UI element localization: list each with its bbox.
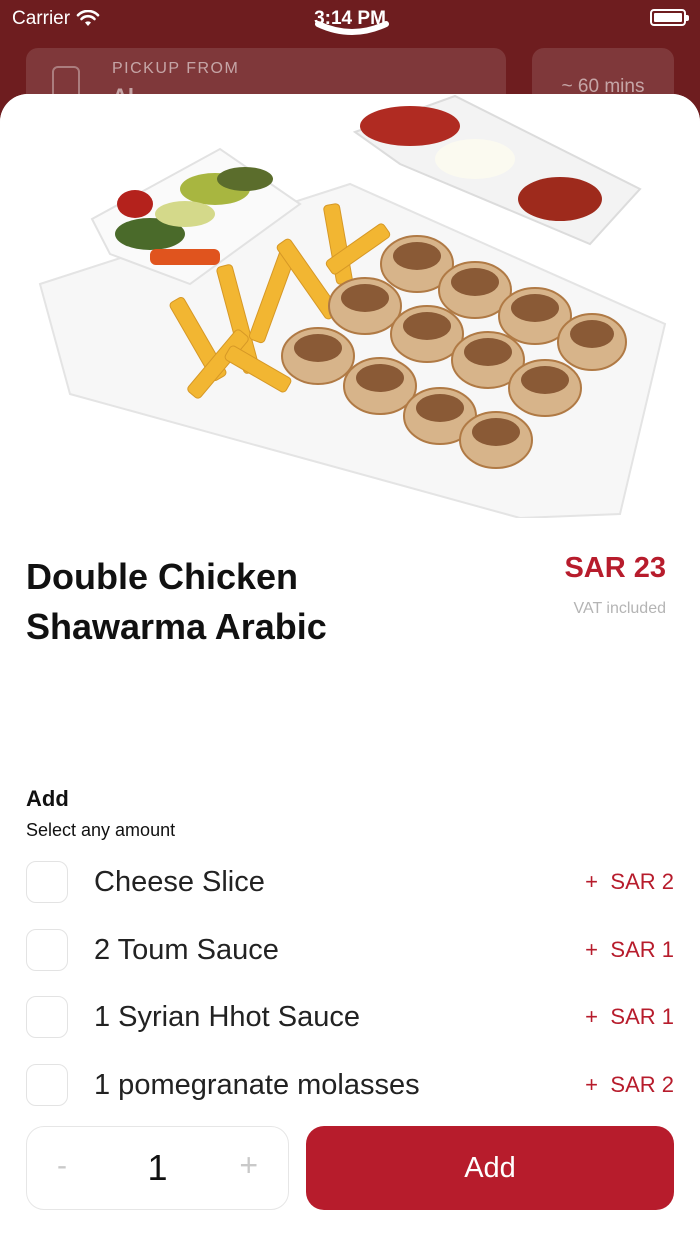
addon-price: SAR 2 [610,1072,674,1097]
product-title: Double Chicken Shawarma Arabic [26,556,327,647]
pickup-label: PICKUP FROM [112,60,240,77]
addon-plus-sign: + [585,1072,598,1097]
increment-button[interactable]: + [239,1147,258,1184]
vat-note: VAT included [573,600,667,617]
addon-plus-sign: + [585,1004,598,1029]
addon-checkbox[interactable] [26,1064,68,1106]
addons-subtitle: Select any amount [26,820,176,840]
addon-price: SAR 1 [610,1004,674,1029]
addon-checkbox[interactable] [26,861,68,903]
addon-plus-sign: + [585,869,598,894]
battery-icon [650,9,689,26]
product-price: SAR 23 [564,552,666,584]
addon-checkbox[interactable] [26,929,68,971]
addon-price: SAR 1 [610,937,674,962]
chevron-down-icon[interactable] [314,18,390,38]
addon-price: SAR 2 [610,869,674,894]
product-sheet: Double Chicken Shawarma Arabic SAR 23 VA… [0,94,700,1244]
addon-option[interactable]: 1 Syrian Hhot Sauce + SAR 1 [26,996,674,1040]
addon-option[interactable]: 1 pomegranate molasses + SAR 2 [26,1064,674,1108]
addon-plus-sign: + [585,937,598,962]
addons-title: Add [26,786,69,811]
addon-label: Cheese Slice [94,866,265,898]
quantity-stepper: - 1 + [26,1126,289,1210]
addon-checkbox[interactable] [26,996,68,1038]
addon-label: 2 Toum Sauce [94,934,279,966]
product-image [0,94,700,518]
addon-label: 1 Syrian Hhot Sauce [94,1001,360,1033]
addon-option[interactable]: Cheese Slice + SAR 2 [26,861,674,905]
addon-label: 1 pomegranate molasses [94,1069,420,1101]
addon-option[interactable]: 2 Toum Sauce + SAR 1 [26,929,674,973]
add-to-cart-button[interactable]: Add [306,1126,674,1210]
